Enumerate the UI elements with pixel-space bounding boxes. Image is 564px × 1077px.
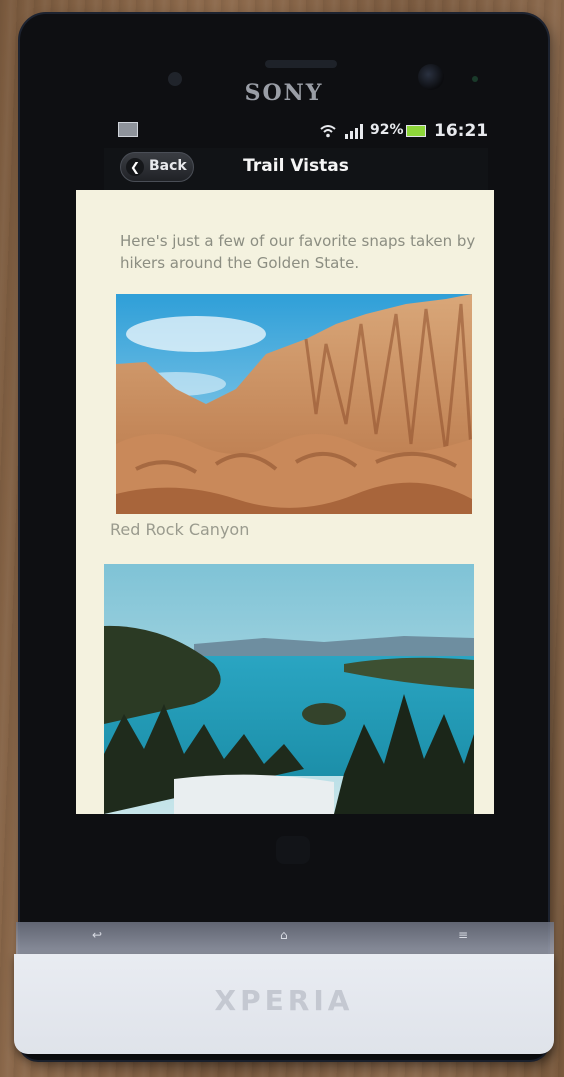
photo-caption: Red Rock Canyon xyxy=(110,520,250,539)
clock: 16:21 xyxy=(434,121,489,141)
red-rock-canyon-photo[interactable] xyxy=(116,294,472,514)
chevron-left-icon: ❮ xyxy=(126,158,144,176)
status-bar: 92% 16:21 xyxy=(112,118,488,146)
content-area[interactable]: Here's just a few of our favorite snaps … xyxy=(76,190,494,814)
lake-photo[interactable] xyxy=(104,564,474,814)
app-header: Trail Vistas ❮ Back xyxy=(104,148,488,190)
mail-icon xyxy=(118,122,138,137)
earpiece xyxy=(265,60,337,68)
nav-home-icon[interactable]: ⌂ xyxy=(280,928,288,942)
device-model-logo: XPERIA xyxy=(214,984,354,1017)
intro-text: Here's just a few of our favorite snaps … xyxy=(120,232,476,272)
camera-shutter-key xyxy=(276,836,310,864)
back-button-label: Back xyxy=(149,158,187,174)
battery-percent: 92% xyxy=(370,122,404,138)
back-button[interactable]: ❮ Back xyxy=(120,152,194,182)
signal-icon xyxy=(345,124,363,139)
nav-menu-icon[interactable]: ≡ xyxy=(458,928,468,942)
wifi-icon xyxy=(320,125,336,138)
phone-chin: XPERIA xyxy=(14,954,554,1054)
nav-back-icon[interactable]: ↩ xyxy=(92,928,102,942)
device-brand-logo: SONY xyxy=(244,80,324,106)
battery-icon xyxy=(406,125,426,137)
